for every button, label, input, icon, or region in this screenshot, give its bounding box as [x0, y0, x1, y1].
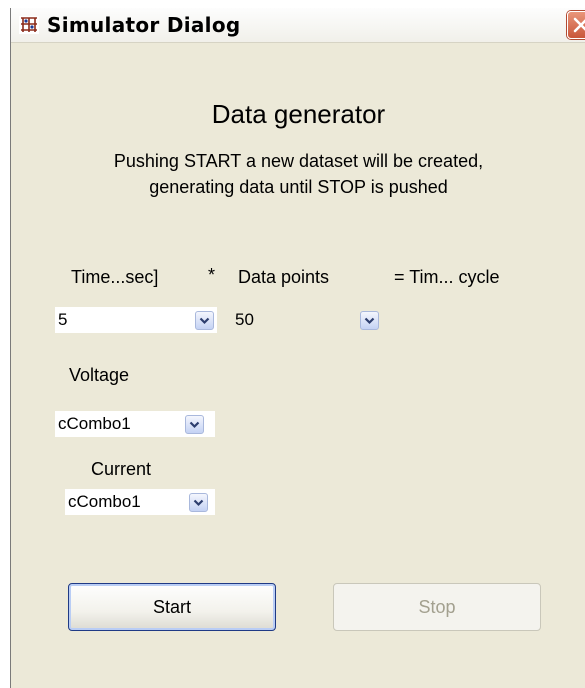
- window-title: Simulator Dialog: [47, 13, 241, 37]
- simulator-dialog-window: Simulator Dialog Data generator Pushing …: [10, 8, 585, 688]
- multiply-sign: *: [208, 265, 216, 285]
- voltage-combo[interactable]: cCombo1: [55, 411, 215, 437]
- simulator-app-icon: [19, 16, 39, 34]
- current-label: Current: [91, 459, 152, 479]
- chevron-down-icon[interactable]: [360, 311, 379, 330]
- data-points-combo[interactable]: 50: [231, 307, 383, 333]
- time-cycle-label: = Tim... cycle: [394, 267, 500, 287]
- voltage-combo-value: cCombo1: [58, 414, 131, 433]
- title-bar[interactable]: Simulator Dialog: [11, 8, 585, 43]
- current-combo[interactable]: cCombo1: [65, 489, 215, 515]
- time-combo[interactable]: 5: [55, 307, 217, 333]
- description-line-2: generating data until STOP is pushed: [149, 177, 448, 197]
- stop-button[interactable]: Stop: [333, 583, 541, 631]
- chevron-down-icon[interactable]: [195, 311, 214, 330]
- close-button[interactable]: [567, 11, 585, 39]
- dialog-content: Data generator Pushing START a new datas…: [11, 43, 585, 688]
- data-points-label: Data points: [238, 267, 330, 287]
- time-combo-value: 5: [58, 310, 68, 329]
- close-icon: [573, 17, 585, 33]
- description-line-1: Pushing START a new dataset will be crea…: [113, 151, 484, 171]
- current-combo-value: cCombo1: [68, 492, 141, 511]
- data-points-combo-value: 50: [235, 310, 254, 329]
- chevron-down-icon[interactable]: [189, 493, 208, 512]
- time-label: Time...sec]: [71, 267, 159, 287]
- chevron-down-icon[interactable]: [185, 415, 204, 434]
- voltage-label: Voltage: [69, 365, 130, 385]
- start-button[interactable]: Start: [68, 583, 276, 631]
- page-title: Data generator: [211, 99, 386, 129]
